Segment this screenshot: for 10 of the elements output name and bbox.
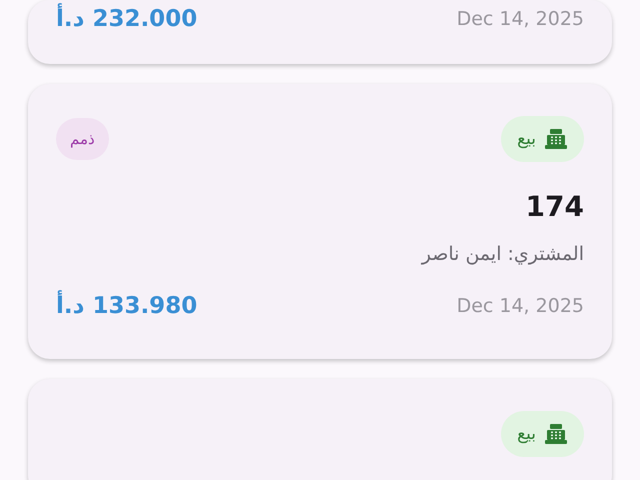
sale-chip: بيع <box>501 116 584 162</box>
transaction-number: 174 <box>524 190 584 223</box>
sale-chip: بيع <box>501 411 584 457</box>
cash-register-icon <box>544 128 568 150</box>
transaction-card[interactable]: بيع <box>28 379 612 480</box>
transaction-date: Dec 14, 2025 <box>456 295 584 317</box>
buyer-text: المشتري: ايمن ناصر <box>420 243 584 265</box>
cash-register-icon <box>544 423 568 445</box>
transaction-date: Dec 14, 2025 <box>456 8 584 30</box>
status-chip: ذمم <box>56 118 109 160</box>
